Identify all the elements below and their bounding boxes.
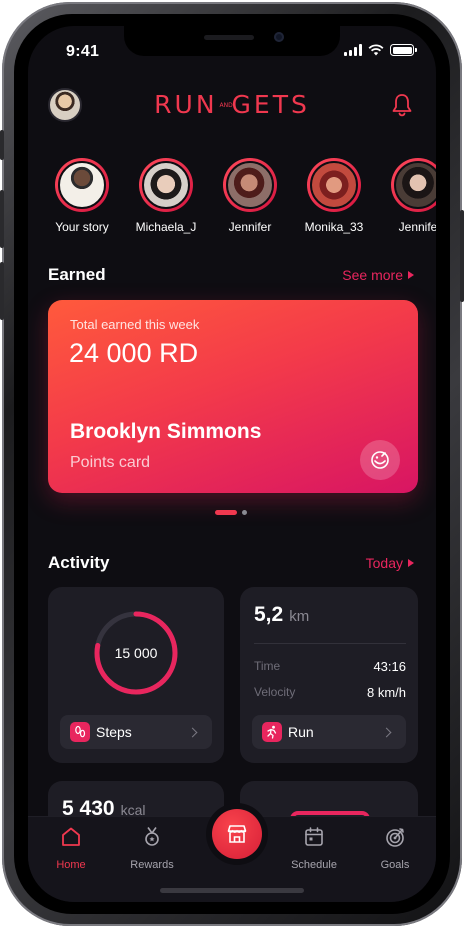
story-avatar <box>310 161 358 209</box>
cellular-signal-icon <box>344 44 362 56</box>
stories-row: Your story Michaela_J Jennifer Monika_33… <box>46 158 436 236</box>
points-card[interactable]: Total earned this week 24 000 RD Brookly… <box>48 300 418 493</box>
story-ring <box>139 158 193 212</box>
home-indicator[interactable] <box>160 888 304 893</box>
notification-bell-icon[interactable] <box>390 92 414 118</box>
tab-rewards[interactable]: Rewards <box>117 825 187 871</box>
story-label: Jennifer <box>228 220 272 234</box>
card-pager <box>215 510 247 515</box>
story-your-story[interactable]: Your story <box>46 158 118 236</box>
tab-schedule-label: Schedule <box>291 859 337 871</box>
app-logo: RUN ANDGETS <box>28 90 436 119</box>
steps-value: 15 000 <box>114 645 158 661</box>
tab-home[interactable]: Home <box>36 825 106 871</box>
shop-button[interactable] <box>212 809 262 859</box>
volume-up-button <box>0 190 4 248</box>
run-distance: 5,2 km <box>254 603 309 627</box>
story-monika[interactable]: Monika_33 <box>298 158 370 236</box>
today-filter-link[interactable]: Today <box>366 555 414 571</box>
chevron-right-icon <box>187 727 198 737</box>
target-icon <box>386 828 404 847</box>
run-distance-value: 5,2 <box>254 603 284 626</box>
home-icon <box>62 827 80 846</box>
earned-amount: 24 000 RD <box>69 338 199 368</box>
story-ring <box>307 158 361 212</box>
front-camera <box>274 32 284 42</box>
card-subtitle: Points card <box>70 454 151 471</box>
card-holder-name: Brooklyn Simmons <box>70 420 262 443</box>
run-velocity-value: 8 km/h <box>366 685 406 700</box>
see-more-label: See more <box>342 267 403 283</box>
pager-dot-active[interactable] <box>215 510 237 515</box>
run-time-row: Time 43:16 <box>254 659 406 674</box>
notch <box>124 26 340 56</box>
play-arrow-icon <box>408 559 414 567</box>
pager-dot[interactable] <box>242 510 247 515</box>
story-jennife[interactable]: Jennife <box>382 158 436 236</box>
story-avatar <box>394 161 436 209</box>
run-velocity-row: Velocity 8 km/h <box>254 685 406 700</box>
see-more-link[interactable]: See more <box>342 267 414 283</box>
activity-title: Activity <box>48 553 110 572</box>
story-ring <box>55 158 109 212</box>
battery-icon <box>390 44 417 56</box>
calendar-icon <box>305 827 323 846</box>
volume-down-button <box>0 262 4 320</box>
story-label: Your story <box>55 220 109 234</box>
steps-button-label: Steps <box>96 724 132 740</box>
run-velocity-label: Velocity <box>254 685 296 699</box>
story-michaela[interactable]: Michaela_J <box>130 158 202 236</box>
story-avatar <box>142 161 190 209</box>
story-label: Michaela_J <box>135 220 197 234</box>
speaker <box>204 35 254 40</box>
run-time-value: 43:16 <box>373 659 406 674</box>
earned-title: Earned <box>48 265 106 284</box>
medal-icon <box>145 827 159 846</box>
store-icon <box>227 825 247 843</box>
footprints-icon <box>70 722 90 742</box>
run-distance-unit: km <box>289 608 310 625</box>
steps-button[interactable]: Steps <box>60 715 212 749</box>
story-ring <box>223 158 277 212</box>
app-screen: 9:41 RUN ANDGETS Your story Michaela_J J… <box>28 26 436 902</box>
tab-rewards-label: Rewards <box>130 859 174 871</box>
logo-and: AND <box>219 102 233 109</box>
story-avatar <box>58 161 106 209</box>
wifi-icon <box>368 44 384 56</box>
run-button[interactable]: Run <box>252 715 406 749</box>
logo-run: RUN <box>154 90 218 119</box>
runner-icon <box>262 722 282 742</box>
play-arrow-icon <box>408 271 414 279</box>
power-button <box>460 210 464 302</box>
card-action-button[interactable] <box>360 440 400 480</box>
run-divider <box>254 643 406 644</box>
status-time: 9:41 <box>66 43 100 60</box>
mute-switch <box>0 130 4 160</box>
steps-card[interactable]: 15 000 Steps <box>48 587 224 763</box>
status-icons <box>344 44 417 56</box>
logo-gets: GETS <box>231 90 310 119</box>
today-label: Today <box>365 555 403 571</box>
story-label: Monika_33 <box>304 220 364 234</box>
tab-home-label: Home <box>56 859 86 871</box>
tab-goals-label: Goals <box>380 859 410 871</box>
earned-label: Total earned this week <box>70 317 200 332</box>
story-ring <box>391 158 436 212</box>
tab-goals[interactable]: Goals <box>360 825 430 871</box>
story-label: Jennife <box>398 220 436 234</box>
story-avatar <box>226 161 274 209</box>
tab-schedule[interactable]: Schedule <box>279 825 349 871</box>
run-button-label: Run <box>288 724 314 740</box>
fitness-face-icon <box>371 451 389 469</box>
story-jennifer[interactable]: Jennifer <box>214 158 286 236</box>
run-card[interactable]: 5,2 km Time 43:16 Velocity 8 km/h Run <box>240 587 418 763</box>
chevron-right-icon <box>381 727 392 737</box>
app-header: RUN ANDGETS <box>28 82 436 128</box>
run-time-label: Time <box>254 659 281 673</box>
